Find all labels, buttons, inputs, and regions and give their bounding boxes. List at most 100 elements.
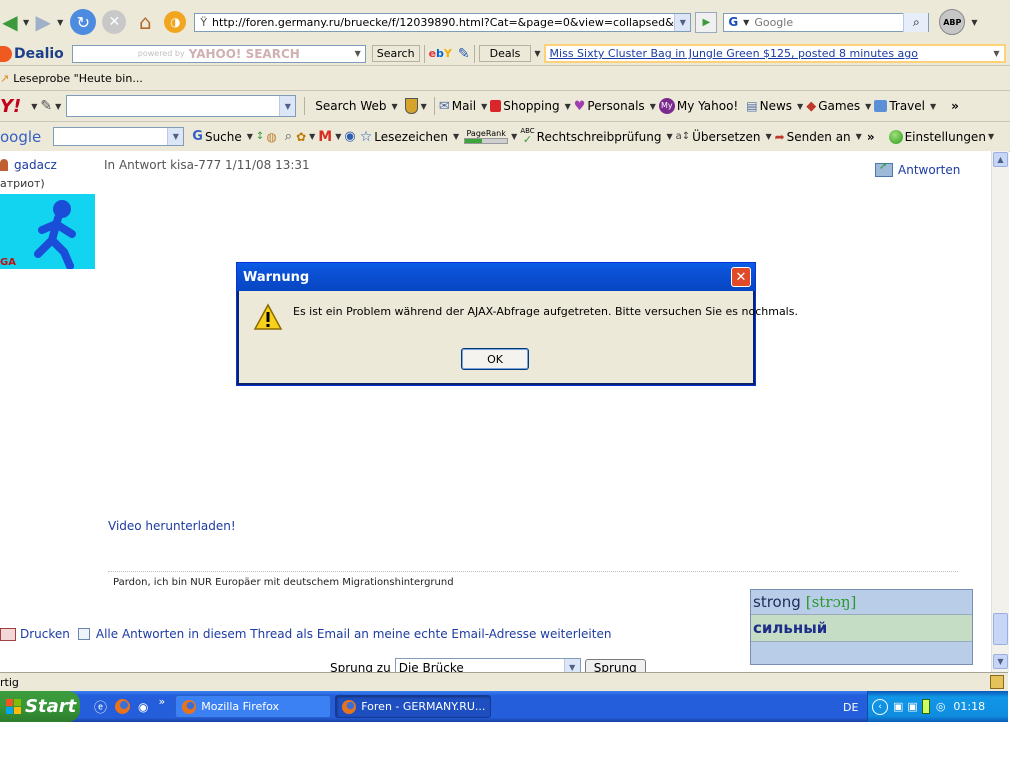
forum-select-dropdown-icon[interactable]: ▼ (563, 659, 580, 672)
deal-ticker[interactable]: Miss Sixty Cluster Bag in Jungle Green $… (543, 44, 1006, 63)
google-logo[interactable]: oogle (0, 128, 41, 146)
globe-icon[interactable]: ◉ (344, 129, 355, 144)
tray-expand-icon[interactable]: ‹ (872, 698, 888, 715)
highlight-icon[interactable]: ⌕ (285, 129, 292, 144)
yahoo-logo-dropdown-icon[interactable]: ▼ (31, 102, 37, 111)
vertical-scrollbar[interactable]: ▲ ▼ (991, 151, 1009, 672)
sync-icon[interactable]: ◑ (164, 11, 187, 33)
search-icon[interactable]: ⌕ (903, 12, 929, 32)
google-lesezeichen-button[interactable]: Lesezeichen (374, 130, 448, 144)
firefox-quicklaunch-icon[interactable] (115, 699, 131, 714)
task-forum[interactable]: Foren - GERMANY.RU... (335, 695, 492, 718)
gmail-icon[interactable]: M (318, 129, 332, 145)
rechtschreib-dropdown-icon[interactable]: ▼ (666, 132, 672, 141)
adblock-icon[interactable]: ABP (939, 9, 966, 35)
search-web-dropdown-icon[interactable]: ▼ (392, 102, 398, 111)
print-link[interactable]: Drucken (20, 627, 70, 641)
deal-link[interactable]: Miss Sixty Cluster Bag in Jungle Green $… (550, 47, 918, 60)
my-yahoo-button[interactable]: My Yahoo! (677, 99, 738, 113)
yahoo-search-dropdown-icon[interactable]: ▼ (279, 96, 296, 116)
scroll-up-icon[interactable]: ▲ (993, 152, 1008, 167)
network2-icon[interactable]: ▣ (907, 700, 917, 713)
einstellungen-dropdown-icon[interactable]: ▼ (988, 132, 994, 141)
google-suche-button[interactable]: Suche (205, 130, 242, 144)
yahoo-search-field[interactable]: powered by YAHOO! SEARCH ▼ (71, 44, 366, 63)
battery-icon[interactable] (921, 699, 930, 714)
language-indicator[interactable]: DE (843, 701, 858, 714)
popup-dropdown-icon[interactable]: ▼ (309, 132, 315, 141)
yahoo-logo[interactable]: Y! (0, 96, 21, 117)
up-down-icon[interactable]: ↕ (256, 131, 264, 142)
bookmark-item[interactable]: Leseprobe "Heute bin... (13, 72, 143, 85)
ie-quicklaunch-icon[interactable]: ⓔ (94, 697, 107, 716)
video-download-link[interactable]: Video herunterladen! (108, 519, 236, 533)
yahoo-search-web-button[interactable]: Search Web (315, 99, 386, 113)
travel-dropdown-icon[interactable]: ▼ (930, 102, 936, 111)
wrench-icon[interactable]: ✎ (458, 46, 470, 62)
google-senden-button[interactable]: Senden an (787, 130, 851, 144)
forward-icon[interactable]: ▶ (32, 10, 54, 34)
scroll-thumb[interactable] (993, 613, 1008, 645)
ebay-icon[interactable]: ebY (429, 47, 452, 60)
task-firefox[interactable]: Mozilla Firefox (175, 695, 332, 718)
google-search-dropdown-icon[interactable]: ▼ (167, 128, 184, 145)
mail-dropdown-icon[interactable]: ▼ (481, 102, 487, 111)
email-forward-link[interactable]: Alle Antworten in diesem Thread als Emai… (96, 627, 612, 641)
shopping-dropdown-icon[interactable]: ▼ (565, 102, 571, 111)
network-icon[interactable]: ▣ (893, 700, 903, 713)
back-dropdown-icon[interactable]: ▼ (23, 18, 29, 27)
email-checkbox-icon[interactable] (77, 628, 90, 640)
deals-button[interactable]: Deals (478, 45, 532, 62)
start-button[interactable]: Start (0, 691, 80, 722)
home-icon[interactable]: ⌂ (132, 10, 158, 34)
media-quicklaunch-icon[interactable]: ◉ (138, 700, 148, 714)
lesezeichen-dropdown-icon[interactable]: ▼ (453, 132, 459, 141)
yahoo-personals-button[interactable]: Personals (587, 99, 644, 113)
uebersetzen-dropdown-icon[interactable]: ▼ (765, 132, 771, 141)
reply-button[interactable]: ➚ Antworten (875, 161, 960, 177)
search-box[interactable]: G ▼ ⌕ (723, 12, 930, 32)
pencil-icon[interactable]: ✎ (40, 98, 52, 114)
adblock-dropdown-icon[interactable]: ▼ (971, 18, 977, 27)
yahoo-mail-button[interactable]: Mail (452, 99, 476, 113)
dealio-search-button[interactable]: Search (371, 45, 420, 62)
yahoo-games-button[interactable]: Games (818, 99, 860, 113)
google-rechtschreib-button[interactable]: Rechtschreibprüfung (537, 130, 662, 144)
personals-dropdown-icon[interactable]: ▼ (650, 102, 656, 111)
quicklaunch-more[interactable]: » (159, 695, 166, 708)
popup-blocker-icon[interactable]: ✿ (296, 130, 306, 144)
games-dropdown-icon[interactable]: ▼ (865, 102, 871, 111)
google-more-button[interactable]: » (867, 130, 875, 144)
news-dropdown-icon[interactable]: ▼ (797, 102, 803, 111)
yahoo-search-dropdown-icon[interactable]: ▼ (355, 49, 361, 58)
senden-dropdown-icon[interactable]: ▼ (856, 132, 862, 141)
antispy-icon[interactable] (404, 98, 418, 114)
close-icon[interactable]: ✕ (731, 267, 751, 287)
dealio-logo[interactable]: Dealio (0, 45, 64, 62)
url-bar[interactable]: Ÿ http://foren.germany.ru/bruecke/f/1203… (194, 12, 692, 32)
google-search-input[interactable]: ▼ (53, 127, 185, 146)
back-icon[interactable]: ◀ (0, 10, 20, 34)
go-icon[interactable]: ▶ (695, 11, 718, 33)
volume-icon[interactable]: ◎ (936, 700, 946, 713)
suche-dropdown-icon[interactable]: ▼ (247, 132, 253, 141)
search-engine-icon[interactable]: G (728, 15, 738, 29)
pencil-dropdown-icon[interactable]: ▼ (55, 102, 61, 111)
news-icon[interactable]: ◍ (266, 130, 276, 144)
forum-select[interactable]: Die Brücke ▼ (394, 658, 581, 672)
google-uebersetzen-button[interactable]: Übersetzen (692, 130, 760, 144)
google-einstellungen-button[interactable]: Einstellungen (905, 130, 986, 144)
forward-dropdown-icon[interactable]: ▼ (57, 18, 63, 27)
yahoo-news-button[interactable]: News (760, 99, 792, 113)
ok-button[interactable]: OK (461, 348, 529, 370)
yahoo-shopping-button[interactable]: Shopping (503, 99, 559, 113)
yahoo-search-input[interactable]: ▼ (66, 95, 297, 117)
deals-dropdown-icon[interactable]: ▼ (534, 49, 540, 58)
author-link[interactable]: gadacz (14, 158, 57, 172)
antispy-dropdown-icon[interactable]: ▼ (421, 102, 427, 111)
yahoo-travel-button[interactable]: Travel (889, 99, 925, 113)
search-input[interactable] (752, 14, 904, 30)
pagerank-dropdown-icon[interactable]: ▼ (511, 132, 517, 141)
reload-icon[interactable]: ↻ (70, 9, 97, 35)
url-dropdown-icon[interactable]: ▼ (674, 13, 691, 31)
